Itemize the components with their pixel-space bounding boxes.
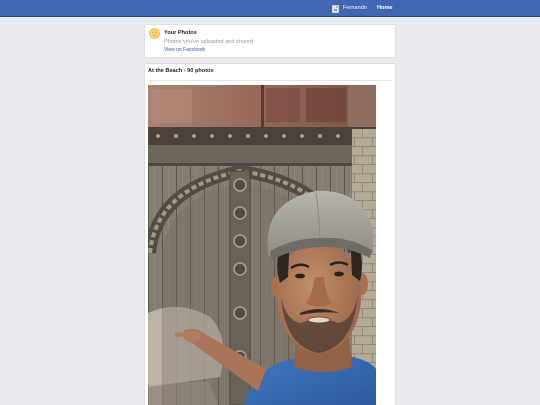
- profile-link[interactable]: Fernando: [332, 4, 367, 13]
- album-photo[interactable]: [148, 85, 376, 405]
- broken-image-icon: [332, 4, 339, 13]
- album-title: At the Beach - 90 photos: [148, 68, 214, 74]
- photos-icon-face: [149, 28, 160, 39]
- view-on-facebook-link[interactable]: View on Facebook: [164, 47, 205, 54]
- top-bar: Fernando Home: [0, 0, 540, 17]
- photos-icon: [149, 28, 160, 39]
- profile-name: Fernando: [343, 5, 367, 11]
- album-divider: [148, 80, 392, 81]
- your-photos-title: Your Photos: [164, 30, 197, 36]
- album-card: At the Beach - 90 photos: [144, 63, 396, 405]
- photo-door-beam: [148, 127, 376, 166]
- photo-person-eye-right: [334, 271, 344, 277]
- photo-person-mouth: [307, 316, 331, 324]
- your-photos-subtitle: Photos you've uploaded and shared: [164, 39, 254, 45]
- photo-top-wall: [148, 85, 376, 129]
- home-link[interactable]: Home: [377, 4, 393, 13]
- page: Fernando Home Your Photos Photos you've …: [0, 0, 540, 405]
- photos-icon-eye-right: [155, 32, 157, 34]
- your-photos-card: Your Photos Photos you've uploaded and s…: [144, 24, 396, 58]
- photos-icon-eye-left: [152, 32, 154, 34]
- photo-person-eye-left: [295, 273, 305, 279]
